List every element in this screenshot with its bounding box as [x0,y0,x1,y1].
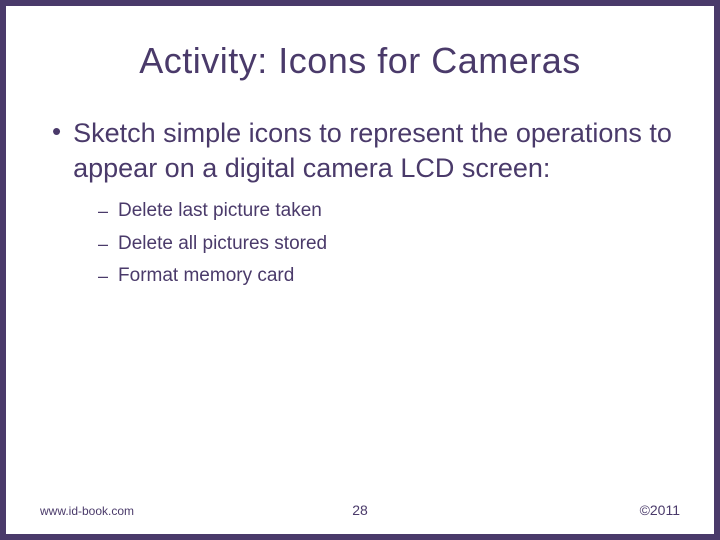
footer-copyright: ©2011 [640,502,680,518]
dash-icon: – [98,264,108,288]
sub-item-text: Delete last picture taken [118,199,322,224]
dash-icon: – [98,232,108,256]
bullet-icon: • [52,116,61,146]
slide-frame: Activity: Icons for Cameras • Sketch sim… [0,0,720,540]
sub-bullet-list: – Delete last picture taken – Delete all… [98,199,680,289]
footer-url: www.id-book.com [40,504,134,518]
list-item: – Delete all pictures stored [98,232,680,257]
slide-footer: www.id-book.com 28 ©2011 [40,502,680,518]
slide-title: Activity: Icons for Cameras [40,40,680,82]
list-item: – Format memory card [98,264,680,289]
footer-page-number: 28 [352,502,368,518]
sub-item-text: Delete all pictures stored [118,232,327,257]
sub-item-text: Format memory card [118,264,294,289]
list-item: – Delete last picture taken [98,199,680,224]
main-bullet: • Sketch simple icons to represent the o… [52,116,680,185]
main-bullet-text: Sketch simple icons to represent the ope… [73,116,680,185]
dash-icon: – [98,199,108,223]
